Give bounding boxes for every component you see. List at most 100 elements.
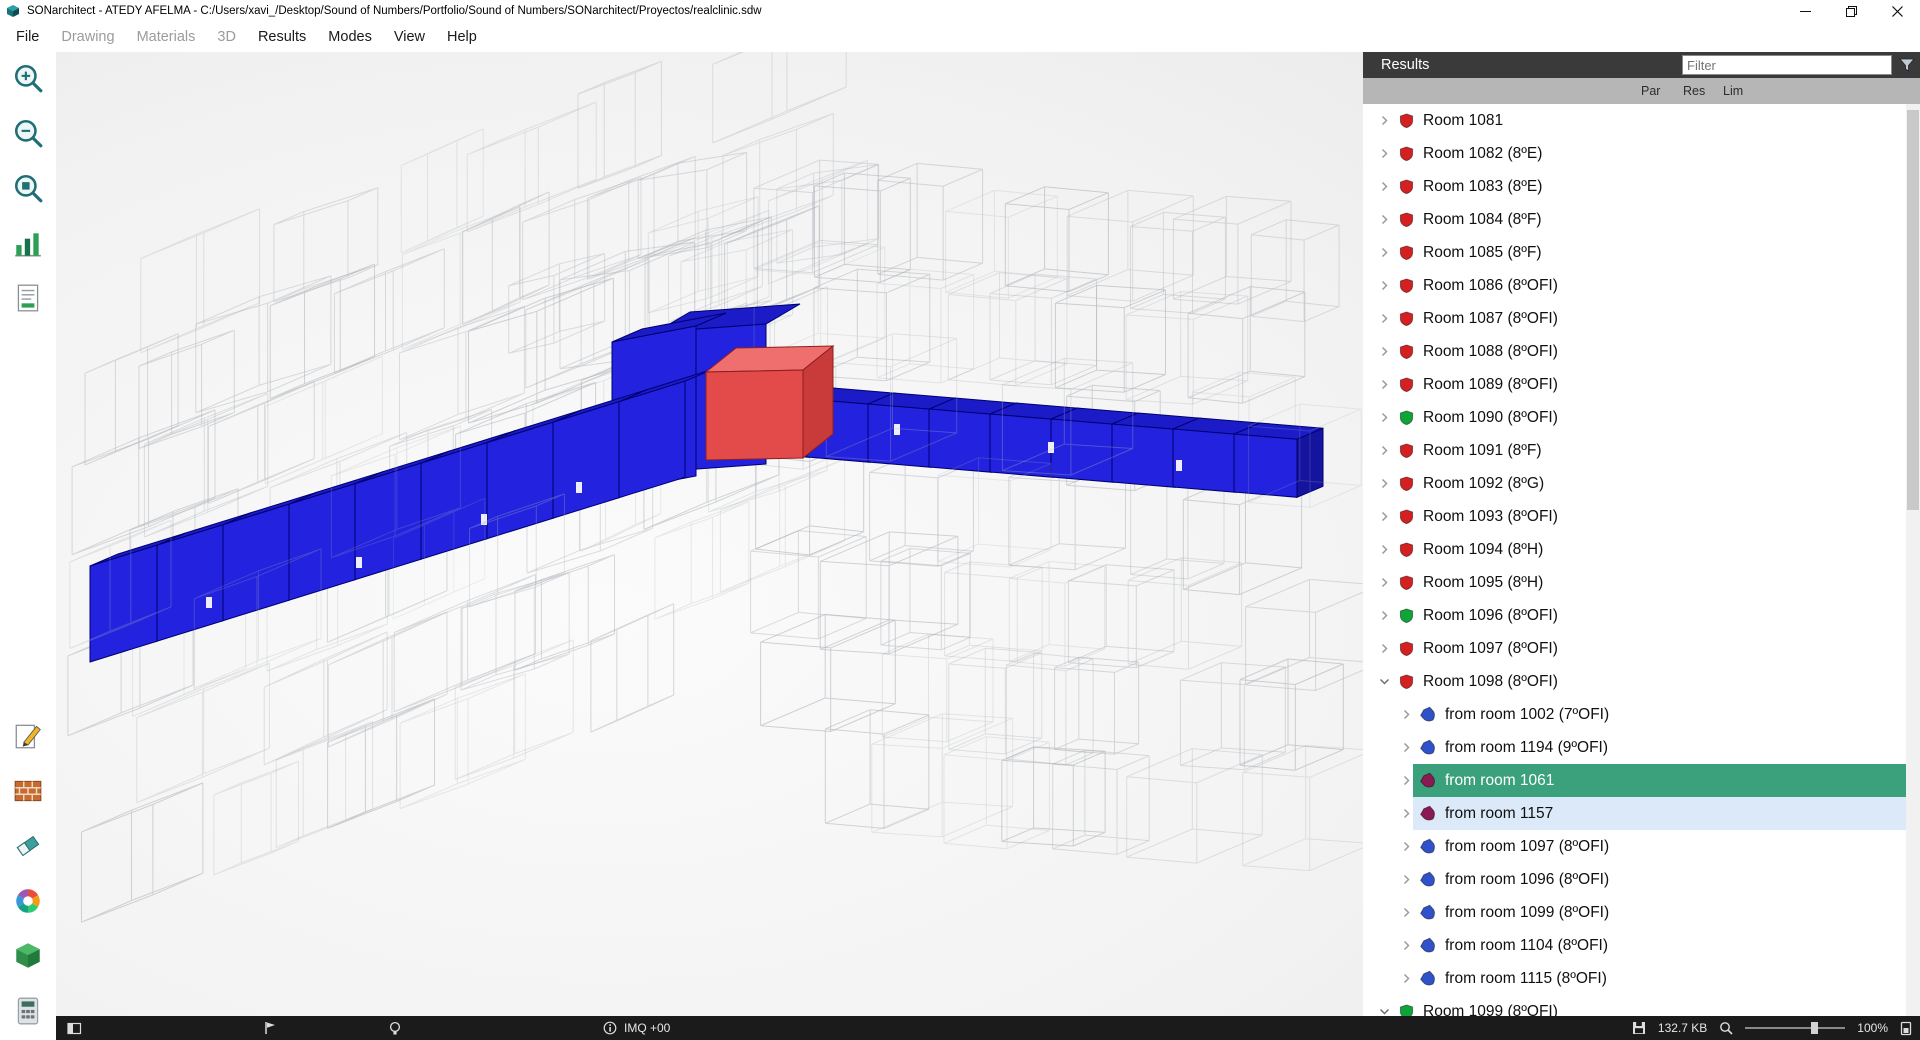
expand-chevron-icon[interactable] [1399,774,1413,788]
column-lim[interactable]: Lim [1723,78,1743,104]
tree-row-body[interactable]: from room 1096 (8ºOFI) [1413,863,1906,896]
tree-row-body[interactable]: Room 1091 (8ºF) [1391,434,1906,467]
edit-drawing-button[interactable] [8,716,48,756]
tree-row-body[interactable]: Room 1090 (8ºOFI) [1391,401,1906,434]
render-options-button[interactable] [8,881,48,921]
expand-chevron-icon[interactable] [1377,1005,1391,1017]
column-res[interactable]: Res [1683,78,1705,104]
menu-file[interactable]: File [5,22,50,52]
expand-chevron-icon[interactable] [1377,642,1391,656]
tree-row[interactable]: Room 1097 (8ºOFI) [1363,632,1906,665]
results-chart-button[interactable] [8,224,48,264]
tree-row-body[interactable]: Room 1096 (8ºOFI) [1391,599,1906,632]
menu-help[interactable]: Help [436,22,488,52]
tree-row-body[interactable]: Room 1085 (8ºF) [1391,236,1906,269]
zoom-out-button[interactable] [8,113,48,153]
zoom-extent-button[interactable] [8,168,48,208]
expand-chevron-icon[interactable] [1399,708,1413,722]
tree-row[interactable]: from room 1099 (8ºOFI) [1363,896,1906,929]
tree-row[interactable]: Room 1090 (8ºOFI) [1363,401,1906,434]
save-icon[interactable] [1632,1021,1646,1035]
view-3d-button[interactable] [8,936,48,976]
expand-chevron-icon[interactable] [1377,312,1391,326]
tree-row[interactable]: Room 1098 (8ºOFI) [1363,665,1906,698]
tree-row[interactable]: from room 1194 (9ºOFI) [1363,731,1906,764]
zoom-magnifier-icon[interactable] [1719,1021,1733,1035]
expand-chevron-icon[interactable] [1377,411,1391,425]
materials-button[interactable] [8,771,48,811]
expand-chevron-icon[interactable] [1399,741,1413,755]
expand-chevron-icon[interactable] [1377,609,1391,623]
expand-chevron-icon[interactable] [1399,873,1413,887]
tree-row-body[interactable]: Room 1081 [1391,104,1906,137]
tree-row[interactable]: from room 1157 [1363,797,1906,830]
tree-row-body[interactable]: Room 1093 (8ºOFI) [1391,500,1906,533]
filter-funnel-icon[interactable] [1899,57,1915,78]
menu-view[interactable]: View [383,22,436,52]
tree-row-body[interactable]: Room 1098 (8ºOFI) [1391,665,1906,698]
flag-icon[interactable] [263,1016,277,1040]
expand-chevron-icon[interactable] [1377,213,1391,227]
tree-row[interactable]: Room 1092 (8ºG) [1363,467,1906,500]
expand-chevron-icon[interactable] [1399,906,1413,920]
tree-row[interactable]: from room 1115 (8ºOFI) [1363,962,1906,995]
close-button[interactable] [1874,0,1920,22]
tree-row-body[interactable]: from room 1115 (8ºOFI) [1413,962,1906,995]
tree-row[interactable]: Room 1081 [1363,104,1906,137]
tree-row[interactable]: from room 1002 (7ºOFI) [1363,698,1906,731]
tree-row-body[interactable]: from room 1061 [1413,764,1906,797]
tree-row[interactable]: Room 1096 (8ºOFI) [1363,599,1906,632]
tree-row-body[interactable]: from room 1157 [1413,797,1906,830]
lightbulb-icon[interactable] [388,1016,402,1040]
expand-chevron-icon[interactable] [1377,345,1391,359]
expand-chevron-icon[interactable] [1377,378,1391,392]
filter-input[interactable] [1682,55,1892,75]
tree-row[interactable]: Room 1093 (8ºOFI) [1363,500,1906,533]
eraser-tool-button[interactable] [8,826,48,866]
expand-chevron-icon[interactable] [1377,114,1391,128]
tree-row-body[interactable]: Room 1099 (8ºOFI) [1391,995,1906,1016]
tree-row[interactable]: Room 1091 (8ºF) [1363,434,1906,467]
tree-row[interactable]: Room 1085 (8ºF) [1363,236,1906,269]
calculate-button[interactable] [8,991,48,1031]
tree-row-body[interactable]: Room 1089 (8ºOFI) [1391,368,1906,401]
tree-row[interactable]: from room 1104 (8ºOFI) [1363,929,1906,962]
tree-row[interactable]: Room 1086 (8ºOFI) [1363,269,1906,302]
expand-chevron-icon[interactable] [1377,576,1391,590]
tree-row-body[interactable]: from room 1097 (8ºOFI) [1413,830,1906,863]
zoom-slider-thumb[interactable] [1811,1022,1818,1034]
tree-row-body[interactable]: Room 1086 (8ºOFI) [1391,269,1906,302]
tree-row-body[interactable]: Room 1083 (8ºE) [1391,170,1906,203]
column-par[interactable]: Par [1641,78,1660,104]
tree-row[interactable]: from room 1097 (8ºOFI) [1363,830,1906,863]
tree-row-body[interactable]: Room 1097 (8ºOFI) [1391,632,1906,665]
tree-row[interactable]: Room 1082 (8ºE) [1363,137,1906,170]
panel-toggle-icon[interactable] [67,1016,82,1040]
expand-chevron-icon[interactable] [1399,939,1413,953]
expand-chevron-icon[interactable] [1399,840,1413,854]
tree-row-body[interactable]: Room 1092 (8ºG) [1391,467,1906,500]
expand-chevron-icon[interactable] [1377,675,1391,689]
expand-chevron-icon[interactable] [1377,180,1391,194]
expand-chevron-icon[interactable] [1377,279,1391,293]
expand-chevron-icon[interactable] [1399,807,1413,821]
menu-modes[interactable]: Modes [317,22,383,52]
tree-row[interactable]: Room 1083 (8ºE) [1363,170,1906,203]
tree-row[interactable]: Room 1084 (8ºF) [1363,203,1906,236]
zoom-slider[interactable] [1745,1022,1845,1034]
tree-row[interactable]: Room 1095 (8ºH) [1363,566,1906,599]
results-scrollbar[interactable] [1906,104,1920,1016]
tree-row[interactable]: Room 1088 (8ºOFI) [1363,335,1906,368]
tree-row-body[interactable]: Room 1087 (8ºOFI) [1391,302,1906,335]
scrollbar-thumb[interactable] [1907,110,1919,510]
report-button[interactable] [8,278,48,318]
zoom-in-button[interactable] [8,58,48,98]
tree-row[interactable]: from room 1096 (8ºOFI) [1363,863,1906,896]
tree-row-body[interactable]: Room 1095 (8ºH) [1391,566,1906,599]
expand-chevron-icon[interactable] [1377,543,1391,557]
tree-row[interactable]: Room 1087 (8ºOFI) [1363,302,1906,335]
tree-row[interactable]: Room 1099 (8ºOFI) [1363,995,1906,1016]
expand-chevron-icon[interactable] [1377,477,1391,491]
tree-row[interactable]: Room 1089 (8ºOFI) [1363,368,1906,401]
expand-chevron-icon[interactable] [1377,147,1391,161]
